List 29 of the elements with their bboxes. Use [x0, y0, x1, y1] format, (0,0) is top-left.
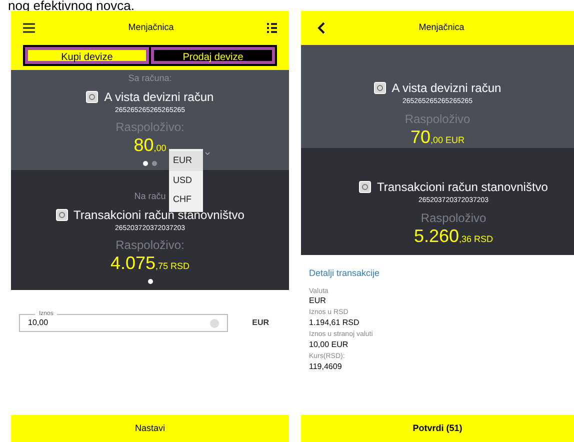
detail-value: EUR — [309, 296, 327, 306]
dropdown-option[interactable]: USD — [169, 170, 203, 190]
account-name: Transakcioni račun stanovništvo — [74, 206, 244, 224]
continue-button[interactable]: Nastavi — [11, 415, 289, 442]
account-name: A vista devizni račun — [104, 88, 214, 106]
detail-value: 119,4609 — [309, 362, 343, 372]
confirm-button[interactable]: Potvrdi (51) — [301, 415, 574, 442]
screen-title: Menjačnica — [128, 21, 174, 34]
available-label: Raspoloživo: — [116, 237, 184, 254]
balance-amount: 80,00 — [134, 136, 166, 155]
tab[interactable]: Prodaj devize — [151, 47, 275, 64]
account-label: Sa računa: — [128, 72, 172, 85]
account-name: Transakcioni račun stanovništvo — [377, 179, 548, 196]
amount-field[interactable]: 10,00 — [19, 314, 228, 332]
balance-amount: 70,00 EUR — [410, 128, 465, 146]
dropdown-option[interactable]: EUR — [169, 151, 203, 170]
tab[interactable]: Kupi devize — [25, 47, 149, 64]
balance-amount: 4.075,75 RSD — [110, 254, 190, 273]
account-label: Na raču — [134, 190, 166, 203]
detail-value: 1.194,61 RSD — [309, 318, 360, 328]
dropdown-option[interactable]: CHF — [169, 190, 203, 210]
detail-value: 10,00 EUR — [309, 340, 350, 350]
account-name: A vista devizni račun — [392, 80, 502, 97]
amount-value: 10,00 — [28, 317, 48, 329]
balance-amount: 5.260,36 RSD — [414, 226, 494, 246]
screen-title: Menjačnica — [418, 21, 466, 34]
available-label: Raspoloživo — [420, 210, 486, 226]
details-heading: Detalji transakcije — [309, 267, 381, 280]
currency-label: EUR — [252, 317, 269, 329]
